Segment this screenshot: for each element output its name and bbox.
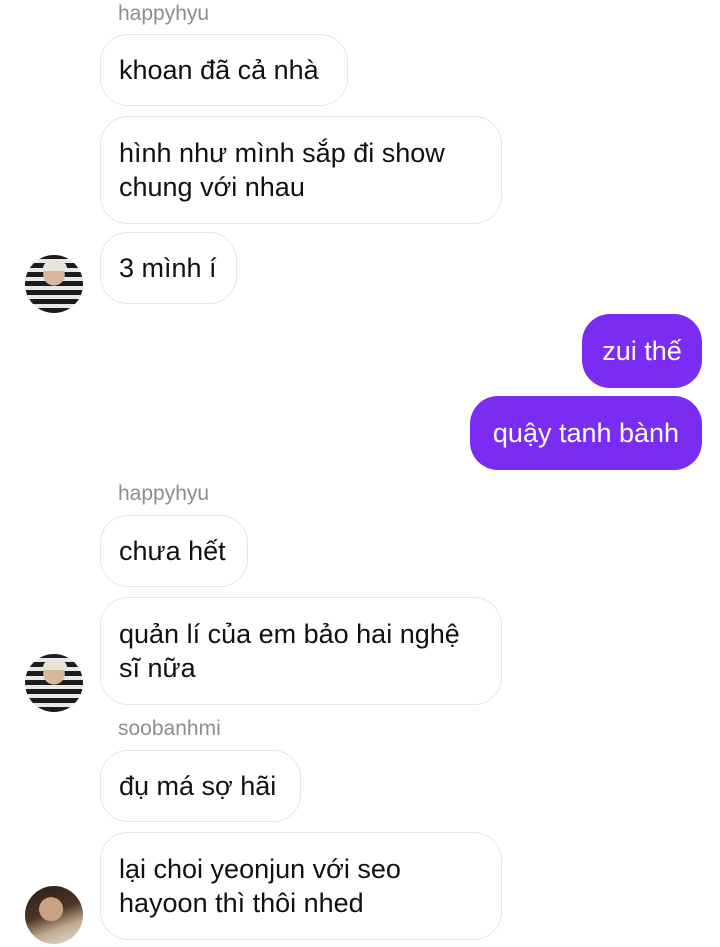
message-bubble[interactable]: khoan đã cả nhà — [100, 34, 348, 106]
message-text: 3 mình í — [119, 253, 217, 283]
message-bubble[interactable]: 3 mình í — [100, 232, 237, 304]
message-text: đụ má sợ hãi — [119, 771, 277, 801]
avatar[interactable] — [25, 255, 83, 313]
message-text: zui thế — [602, 336, 682, 366]
sender-name: soobanhmi — [118, 717, 221, 740]
message-text: khoan đã cả nhà — [119, 55, 319, 85]
message-text: lại choi yeonjun với seo hayoon thì thôi… — [119, 854, 401, 918]
outgoing-message-bubble[interactable]: zui thế — [582, 314, 702, 388]
avatar[interactable] — [25, 654, 83, 712]
sender-name: happyhyu — [118, 482, 210, 505]
message-text: quản lí của em bảo hai nghệ sĩ nữa — [119, 619, 460, 683]
message-bubble[interactable]: đụ má sợ hãi — [100, 750, 301, 822]
message-text: chưa hết — [119, 536, 226, 566]
message-bubble[interactable]: quản lí của em bảo hai nghệ sĩ nữa — [100, 597, 502, 705]
sender-name: happyhyu — [118, 2, 210, 25]
outgoing-message-bubble[interactable]: quậy tanh bành — [470, 396, 702, 470]
message-text: quậy tanh bành — [492, 418, 680, 448]
avatar[interactable] — [25, 886, 83, 944]
message-text: hình như mình sắp đi show chung với nhau — [119, 138, 445, 202]
message-bubble[interactable]: hình như mình sắp đi show chung với nhau — [100, 116, 502, 224]
message-bubble[interactable]: lại choi yeonjun với seo hayoon thì thôi… — [100, 832, 502, 940]
message-bubble[interactable]: chưa hết — [100, 515, 248, 587]
